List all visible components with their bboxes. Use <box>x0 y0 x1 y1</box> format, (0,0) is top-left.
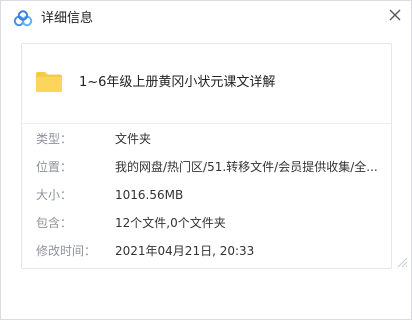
detail-row-size: 大小： 1016.56MB <box>22 186 391 204</box>
size-label: 大小： <box>36 188 73 202</box>
location-label: 位置： <box>36 160 73 174</box>
dialog-title: 详细信息 <box>41 11 94 26</box>
folder-icon <box>35 71 63 93</box>
file-details-dialog: 详细信息 1~6年级上册黄冈小状元课文详解 类型： 文件夹 位置： 我的网盘/热… <box>0 0 412 320</box>
modified-value: 2021年04月21日, 20:33 <box>115 244 255 258</box>
location-value[interactable]: 我的网盘/热门区/51.转移文件/会员提供收集/全... <box>115 158 377 176</box>
detail-row-contains: 包含： 12个文件,0个文件夹 <box>22 214 391 232</box>
divider <box>22 123 391 124</box>
contains-label: 包含： <box>36 216 73 230</box>
file-header: 1~6年级上册黄冈小状元课文详解 <box>22 44 391 123</box>
type-label: 类型： <box>36 132 73 146</box>
detail-row-modified: 修改时间： 2021年04月21日, 20:33 <box>22 242 391 260</box>
details-card: 1~6年级上册黄冈小状元课文详解 类型： 文件夹 位置： 我的网盘/热门区/51… <box>21 43 392 269</box>
close-icon <box>389 9 401 21</box>
detail-row-location: 位置： 我的网盘/热门区/51.转移文件/会员提供收集/全... <box>22 158 391 176</box>
detail-row-type: 类型： 文件夹 <box>22 130 391 148</box>
size-value: 1016.56MB <box>115 188 184 202</box>
close-button[interactable] <box>385 5 405 25</box>
title-bar[interactable]: 详细信息 <box>1 1 411 37</box>
modified-label: 修改时间： <box>36 244 97 258</box>
type-value: 文件夹 <box>115 132 152 146</box>
contains-value: 12个文件,0个文件夹 <box>115 216 226 230</box>
cloud-icon <box>13 10 33 28</box>
resize-grip-icon[interactable] <box>394 253 408 268</box>
file-name: 1~6年级上册黄冈小状元课文详解 <box>79 75 276 90</box>
